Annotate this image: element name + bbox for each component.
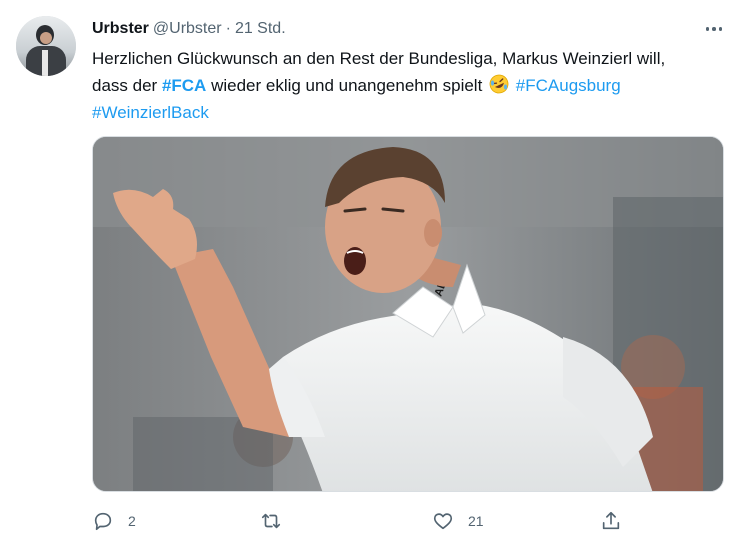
timestamp[interactable]: 21 Std. [235, 20, 286, 38]
author-handle[interactable]: @Urbster [153, 20, 222, 38]
hashtag-fcaugsburg[interactable]: #FCAugsburg [516, 76, 621, 95]
tweet-text-line1: Herzlichen Glückwunsch an den Rest der B… [92, 49, 666, 68]
retweet-icon [261, 513, 281, 529]
tweet-header: Urbster @Urbster · 21 Std. [92, 18, 286, 40]
more-icon[interactable] [700, 18, 728, 40]
like-button[interactable]: 21 [432, 508, 484, 534]
reply-count: 2 [128, 513, 136, 529]
tweet[interactable]: Urbster @Urbster · 21 Std. Herzlichen Gl… [0, 0, 742, 543]
reply-button[interactable]: 2 [92, 508, 136, 534]
hashtag-fca[interactable]: #FCA [162, 76, 206, 95]
reply-icon [94, 512, 112, 531]
retweet-button[interactable] [260, 508, 296, 534]
tweet-text-line2: dass der #FCA wieder eklig und unangeneh… [92, 72, 732, 99]
tweet-image[interactable]: AL-KO [92, 136, 724, 492]
tweet-text-line3: #WeinzierlBack [92, 99, 732, 126]
like-count: 21 [468, 513, 484, 529]
avatar[interactable] [16, 16, 76, 76]
tweet-actions: 2 21 [92, 508, 632, 534]
separator: · [225, 20, 231, 37]
share-button[interactable] [600, 508, 622, 534]
laughing-emoji-icon [489, 74, 509, 94]
like-icon [433, 513, 453, 530]
tweet-text-segment: wieder eklig und unangenehm spielt [206, 76, 483, 95]
share-icon [602, 511, 620, 530]
coach-photo: AL-KO [93, 137, 723, 491]
tweet-text: Herzlichen Glückwunsch an den Rest der B… [92, 45, 732, 126]
hashtag-weinzierlback[interactable]: #WeinzierlBack [92, 103, 209, 122]
author-name[interactable]: Urbster [92, 20, 149, 38]
tweet-text-segment: dass der [92, 76, 162, 95]
